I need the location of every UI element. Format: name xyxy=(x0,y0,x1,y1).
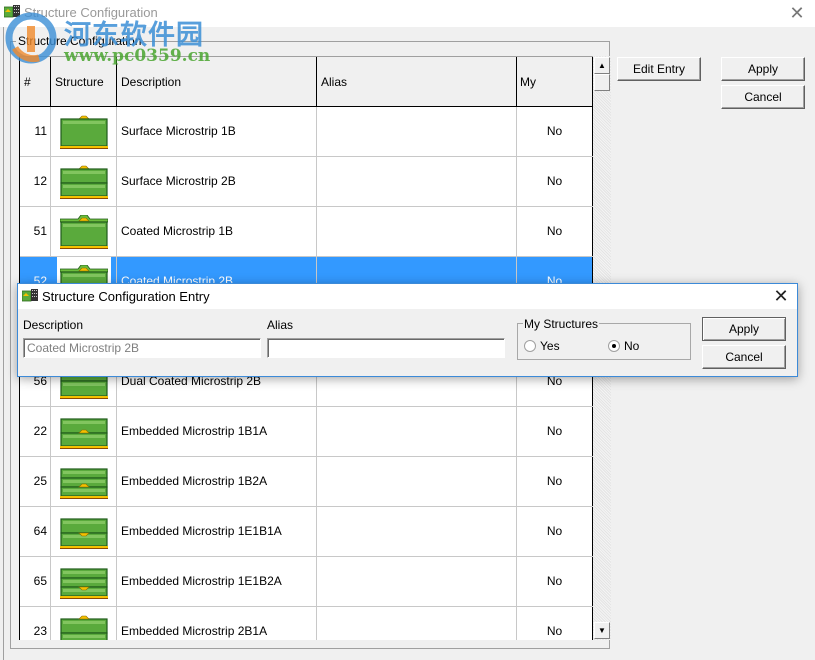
structure-configuration-entry-dialog: Structure Configuration Entry ✕ Descript… xyxy=(17,283,798,377)
row-number: 51 xyxy=(20,207,51,256)
row-structure xyxy=(51,557,117,606)
description-label: Description xyxy=(23,318,84,332)
row-my-structures: No xyxy=(517,407,593,456)
row-number: 12 xyxy=(20,157,51,206)
embedded-microstrip-1b1a-icon xyxy=(60,418,108,449)
embedded-microstrip-1b2a-icon xyxy=(60,468,108,499)
table-row[interactable]: 25 Embedded Microstrip 1B2A No xyxy=(20,457,594,507)
row-number: 25 xyxy=(20,457,51,506)
scroll-down-arrow-icon[interactable]: ▼ xyxy=(594,622,610,639)
watermark-url: www.pc0359.cn xyxy=(64,46,211,66)
my-structures-label: My Structures xyxy=(523,317,600,331)
row-structure xyxy=(51,607,117,640)
column-header-my-structures[interactable]: My Structures xyxy=(517,57,593,139)
row-alias xyxy=(317,107,517,156)
row-alias xyxy=(317,557,517,606)
row-my-structures: No xyxy=(517,107,593,156)
dialog-cancel-button[interactable]: Cancel xyxy=(702,345,786,369)
row-structure xyxy=(51,207,117,256)
scroll-up-arrow-icon[interactable]: ▲ xyxy=(594,57,610,74)
table-row[interactable]: 12 Surface Microstrip 2B No xyxy=(20,157,594,207)
row-description: Coated Microstrip 1B xyxy=(117,207,317,256)
alias-label: Alias xyxy=(267,318,294,332)
embedded-microstrip-1e1b2a-icon xyxy=(60,568,108,599)
row-description: Embedded Microstrip 2B1A xyxy=(117,607,317,640)
radio-no[interactable] xyxy=(608,340,620,352)
cancel-button[interactable]: Cancel xyxy=(721,85,805,109)
watermark-logo-icon xyxy=(5,12,57,64)
window-edge xyxy=(0,27,4,660)
row-alias xyxy=(317,607,517,640)
apply-button[interactable]: Apply xyxy=(721,57,805,81)
row-number: 11 xyxy=(20,107,51,156)
edit-entry-button[interactable]: Edit Entry xyxy=(617,57,701,81)
row-my-structures: No xyxy=(517,507,593,556)
table-row[interactable]: 51 Coated Microstrip 1B No xyxy=(20,207,594,257)
row-description: Embedded Microstrip 1E1B1A xyxy=(117,507,317,556)
row-description: Embedded Microstrip 1B1A xyxy=(117,407,317,456)
radio-yes-label[interactable]: Yes xyxy=(540,339,560,353)
description-field[interactable] xyxy=(23,338,261,358)
app-icon xyxy=(22,289,38,302)
row-my-structures: No xyxy=(517,557,593,606)
column-header-alias[interactable]: Alias xyxy=(317,57,517,107)
row-structure xyxy=(51,157,117,206)
row-description: Surface Microstrip 2B xyxy=(117,157,317,206)
close-icon[interactable]: ✕ xyxy=(787,3,807,23)
row-alias xyxy=(317,407,517,456)
table-row[interactable]: 65 Embedded Microstrip 1E1B2A No xyxy=(20,557,594,607)
embedded-microstrip-1e1b1a-icon xyxy=(60,518,108,549)
row-my-structures: No xyxy=(517,207,593,256)
close-icon[interactable]: ✕ xyxy=(771,286,791,306)
embedded-microstrip-2b1a-icon xyxy=(60,615,108,640)
row-number: 64 xyxy=(20,507,51,556)
dialog-titlebar: Structure Configuration Entry ✕ xyxy=(18,284,797,309)
row-my-structures: No xyxy=(517,607,593,640)
row-number: 65 xyxy=(20,557,51,606)
radio-no-label[interactable]: No xyxy=(624,339,639,353)
dialog-title: Structure Configuration Entry xyxy=(42,289,210,304)
row-structure xyxy=(51,457,117,506)
row-my-structures: No xyxy=(517,457,593,506)
row-alias xyxy=(317,507,517,556)
surface-microstrip-2b-icon xyxy=(60,165,108,199)
coated-microstrip-1b-icon xyxy=(60,215,108,249)
row-number: 22 xyxy=(20,407,51,456)
column-header-number[interactable]: # xyxy=(20,57,51,107)
radio-yes[interactable] xyxy=(524,340,536,352)
row-structure xyxy=(51,507,117,556)
row-number: 23 xyxy=(20,607,51,640)
scroll-thumb[interactable] xyxy=(594,74,610,91)
table-row[interactable]: 11 Surface Microstrip 1B No xyxy=(20,107,594,157)
table-row[interactable]: 64 Embedded Microstrip 1E1B1A No xyxy=(20,507,594,557)
row-my-structures: No xyxy=(517,157,593,206)
row-structure xyxy=(51,107,117,156)
row-structure xyxy=(51,407,117,456)
surface-microstrip-1b-icon xyxy=(60,115,108,149)
row-description: Embedded Microstrip 1E1B2A xyxy=(117,557,317,606)
row-alias xyxy=(317,207,517,256)
row-description: Surface Microstrip 1B xyxy=(117,107,317,156)
row-alias xyxy=(317,157,517,206)
dialog-apply-button[interactable]: Apply xyxy=(702,317,786,341)
row-alias xyxy=(317,457,517,506)
alias-field[interactable] xyxy=(267,338,505,358)
row-description: Embedded Microstrip 1B2A xyxy=(117,457,317,506)
table-row[interactable]: 22 Embedded Microstrip 1B1A No xyxy=(20,407,594,457)
table-row[interactable]: 23 Embedded Microstrip 2B1A No xyxy=(20,607,594,640)
